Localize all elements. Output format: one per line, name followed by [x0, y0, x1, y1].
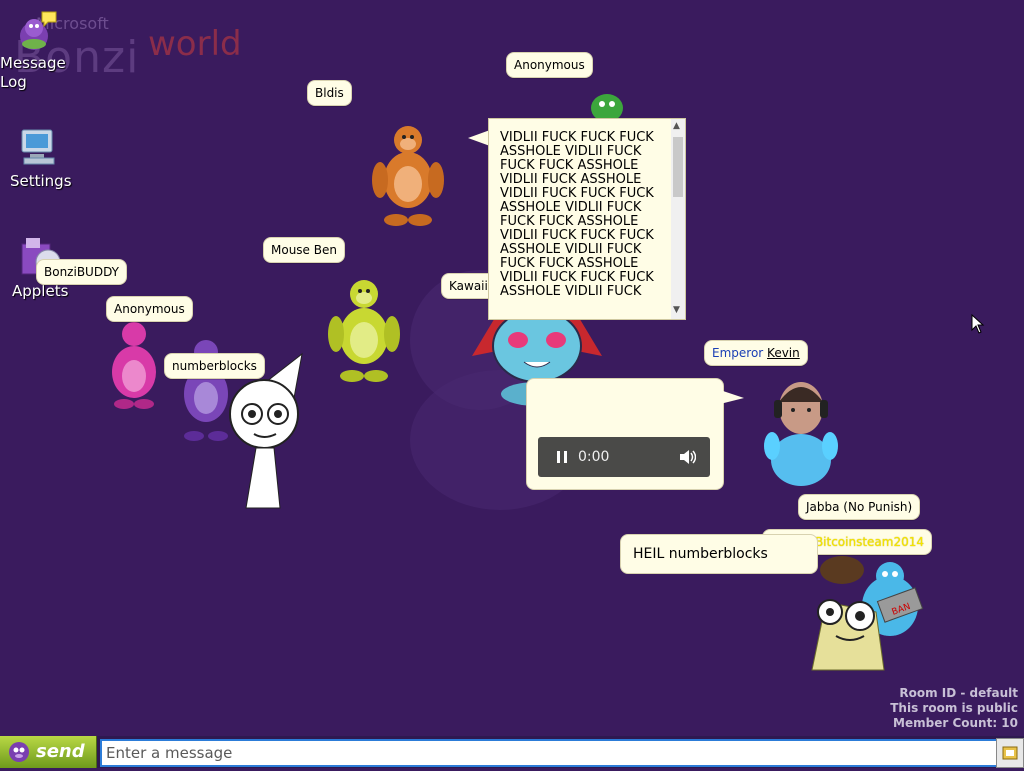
audio-time: 0:00: [578, 449, 610, 465]
spam-message-bubble[interactable]: VIDLII FUCK FUCK FUCK ASSHOLE VIDLII FUC…: [488, 118, 686, 320]
room-id-text: Room ID - default: [899, 686, 1018, 700]
kevin-character[interactable]: [758, 372, 844, 490]
bonzi-yellow-character[interactable]: [322, 272, 406, 386]
chat-bar: send: [0, 736, 1024, 768]
bonzi-face-icon: [9, 742, 29, 762]
nametag-emperor-name: Kevin: [767, 346, 800, 360]
scroll-down-arrow-icon[interactable]: ▼: [673, 305, 680, 315]
room-info: Room ID - default This room is public Me…: [890, 686, 1018, 731]
room-public-text: This room is public: [890, 701, 1018, 715]
bonzi-green-character[interactable]: [585, 88, 629, 120]
volume-icon[interactable]: [678, 448, 696, 466]
spam-message-text: VIDLII FUCK FUCK FUCK ASSHOLE VIDLII FUC…: [500, 130, 654, 299]
nametag-anonymous-left: Anonymous: [106, 296, 193, 322]
bonzi-message-icon: [20, 11, 57, 50]
heil-message-text: HEIL numberblocks: [633, 546, 768, 562]
scroll-thumb[interactable]: [673, 137, 683, 197]
scroll-up-arrow-icon[interactable]: ▲: [673, 121, 680, 131]
audio-player[interactable]: 0:00: [538, 437, 710, 477]
nametag-emperor-kevin: Emperor Kevin: [704, 340, 808, 366]
heil-message-bubble: HEIL numberblocks: [620, 534, 818, 574]
audio-bubble-tail: [720, 390, 744, 404]
member-count-text: Member Count: 10: [893, 716, 1018, 730]
image-upload-button[interactable]: [996, 738, 1024, 768]
bonzi-pink-character[interactable]: [96, 316, 172, 412]
message-log-shortcut[interactable]: Message Log: [0, 8, 80, 92]
computer-settings-icon: [21, 129, 55, 165]
bubble-scrollbar[interactable]: ▲ ▼: [671, 119, 685, 319]
nametag-numberblocks: numberblocks: [164, 353, 265, 379]
mouse-cursor-icon: [971, 314, 985, 334]
message-input[interactable]: [100, 739, 998, 767]
nametag-emperor-prefix: Emperor: [712, 346, 764, 360]
nametag-bldis: Bldis: [307, 80, 352, 106]
settings-label: Settings: [10, 172, 72, 190]
image-icon: [1002, 746, 1018, 760]
chestnut-character[interactable]: [806, 552, 896, 676]
bonzi-orange-character[interactable]: [366, 118, 450, 230]
send-label: send: [36, 741, 85, 762]
send-button[interactable]: send: [0, 736, 97, 768]
nametag-jabba: Jabba (No Punish): [798, 494, 921, 520]
logo-suffix-text: world: [148, 24, 242, 64]
settings-shortcut[interactable]: Settings: [10, 124, 90, 191]
spam-bubble-tail: [468, 130, 490, 146]
nametag-bonzibuddy: BonziBUDDY: [36, 259, 127, 285]
message-log-label: Message Log: [0, 54, 66, 91]
nametag-mouse-ben: Mouse Ben: [263, 237, 345, 263]
nametag-anonymous-top: Anonymous: [506, 52, 593, 78]
pause-icon[interactable]: [556, 450, 568, 464]
